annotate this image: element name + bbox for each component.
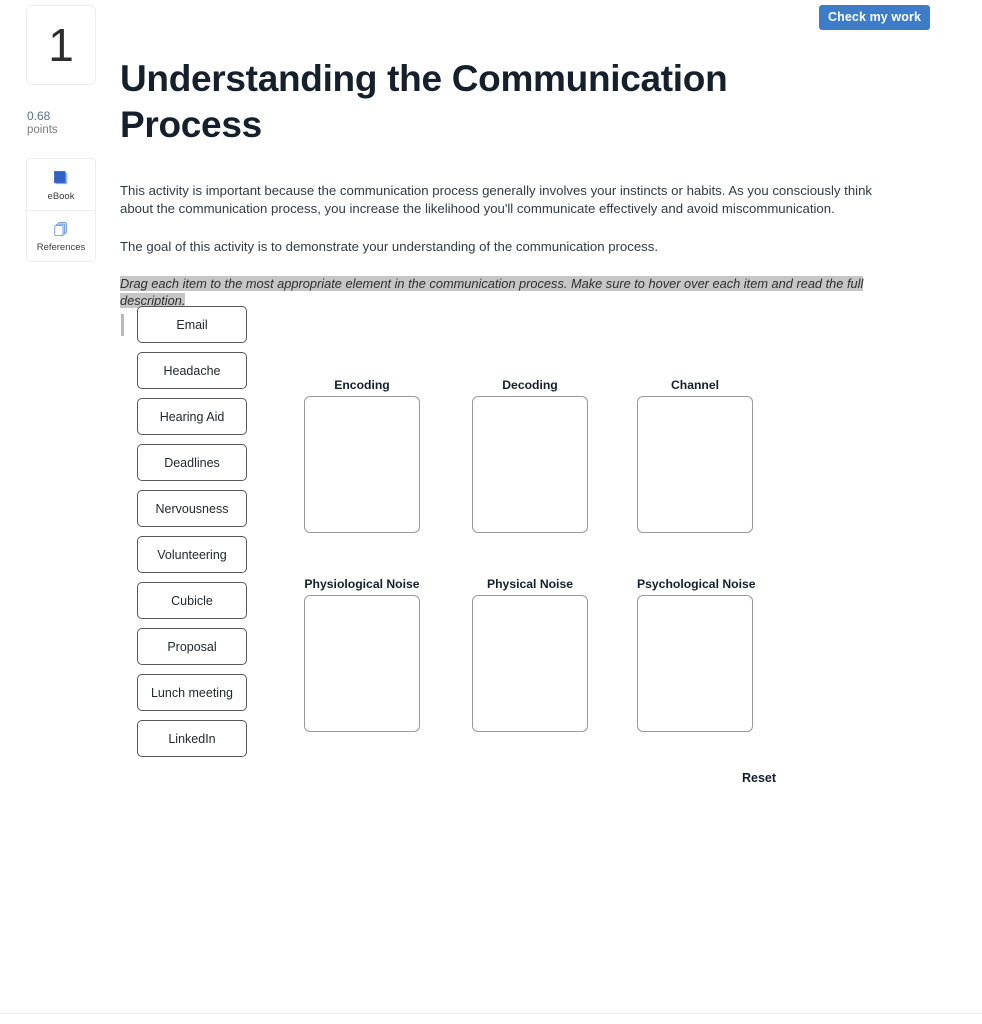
dropzone-target[interactable] bbox=[637, 595, 753, 732]
ebook-button[interactable]: eBook bbox=[27, 159, 95, 210]
dropzone-physical-noise: Physical Noise bbox=[472, 577, 588, 732]
drag-item[interactable]: Nervousness bbox=[137, 490, 247, 527]
dropzone-target[interactable] bbox=[637, 396, 753, 533]
ebook-label: eBook bbox=[47, 190, 75, 202]
references-button[interactable]: References bbox=[27, 210, 95, 261]
resource-panel: eBook References bbox=[26, 158, 96, 262]
reset-button[interactable]: Reset bbox=[742, 771, 776, 785]
question-number: 1 bbox=[48, 19, 74, 71]
text-caret-marker bbox=[121, 314, 124, 336]
points-value: 0.68 bbox=[27, 109, 51, 123]
references-icon bbox=[52, 219, 70, 239]
ebook-icon bbox=[52, 168, 70, 188]
page-title: Understanding the Communication Process bbox=[120, 58, 728, 145]
dropzone-decoding: Decoding bbox=[472, 378, 588, 533]
intro-paragraph: This activity is important because the c… bbox=[120, 183, 873, 216]
drag-item[interactable]: Cubicle bbox=[137, 582, 247, 619]
drag-item[interactable]: Proposal bbox=[137, 628, 247, 665]
dropzone-label: Psychological Noise bbox=[637, 577, 756, 591]
drag-item[interactable]: Lunch meeting bbox=[137, 674, 247, 711]
instruction-text: Drag each item to the most appropriate e… bbox=[120, 276, 864, 308]
dropzone-label: Physical Noise bbox=[486, 577, 574, 591]
dropzone-label: Decoding bbox=[502, 378, 558, 392]
instruction-paragraph: Drag each item to the most appropriate e… bbox=[120, 275, 910, 309]
footer-divider bbox=[0, 1013, 982, 1014]
goal-paragraph: The goal of this activity is to demonstr… bbox=[120, 239, 659, 254]
dropzone-target[interactable] bbox=[304, 396, 420, 533]
drag-item[interactable]: Headache bbox=[137, 352, 247, 389]
points-block: 0.68 points bbox=[26, 109, 98, 137]
dropzone-target[interactable] bbox=[472, 595, 588, 732]
dropzone-channel: Channel bbox=[637, 378, 753, 533]
dropzone-encoding: Encoding bbox=[304, 378, 420, 533]
drag-item[interactable]: Volunteering bbox=[137, 536, 247, 573]
drag-item[interactable]: LinkedIn bbox=[137, 720, 247, 757]
dropzone-label: Channel bbox=[670, 378, 720, 392]
dropzone-label: Encoding bbox=[334, 378, 390, 392]
dropzone-physiological-noise: Physiological Noise bbox=[304, 577, 420, 732]
drag-item[interactable]: Email bbox=[137, 306, 247, 343]
main-content: Understanding the Communication Process … bbox=[120, 0, 920, 336]
draggable-item-bank: Email Headache Hearing Aid Deadlines Ner… bbox=[137, 306, 247, 766]
drag-item[interactable]: Deadlines bbox=[137, 444, 247, 481]
dropzone-target[interactable] bbox=[304, 595, 420, 732]
points-label: points bbox=[27, 124, 58, 136]
dropzone-target[interactable] bbox=[472, 396, 588, 533]
left-rail: 1 0.68 points eBook References bbox=[26, 5, 98, 262]
drag-item[interactable]: Hearing Aid bbox=[137, 398, 247, 435]
question-number-card: 1 bbox=[26, 5, 96, 85]
references-label: References bbox=[36, 242, 86, 253]
dropzone-label: Physiological Noise bbox=[304, 577, 420, 591]
dropzone-psychological-noise: Psychological Noise bbox=[637, 577, 756, 732]
